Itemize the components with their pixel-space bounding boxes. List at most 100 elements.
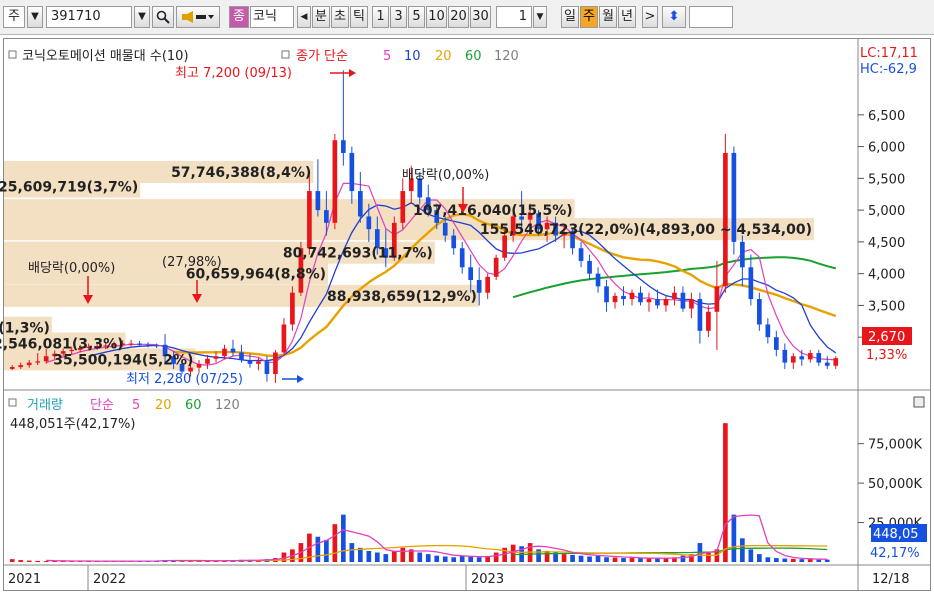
volume-bar bbox=[612, 557, 618, 562]
volume-bar bbox=[629, 558, 635, 562]
legend-ma10: 10 bbox=[404, 49, 421, 64]
candle-body bbox=[9, 367, 15, 369]
candle-body bbox=[256, 361, 261, 364]
volume-bar bbox=[341, 514, 346, 562]
high-annotation: 최고 7,200 (09/13) bbox=[175, 66, 292, 81]
volume-bar bbox=[824, 559, 830, 562]
candle-body bbox=[604, 286, 609, 303]
price-axis: 3,0003,5004,0004,5005,0005,5006,0006,500 bbox=[858, 109, 905, 346]
candle-body bbox=[315, 191, 321, 211]
volume-profile-label: 107,416,040(15,5%) bbox=[413, 203, 573, 219]
candle-body bbox=[213, 356, 219, 359]
volume-bar bbox=[816, 559, 822, 562]
candle-body bbox=[790, 356, 796, 363]
volume-bar bbox=[442, 556, 448, 562]
price-axis-label: 3,500 bbox=[868, 299, 905, 314]
volume-profile-label: 35,500,194(5,2%) bbox=[53, 352, 193, 368]
candle-body bbox=[442, 222, 448, 236]
xaxis-label-2022: 2022 bbox=[93, 572, 126, 587]
candle-body bbox=[357, 191, 363, 217]
volume-axis: 25,000K50,000K75,000K bbox=[858, 438, 922, 532]
volume-bar bbox=[315, 536, 321, 562]
candle-body bbox=[273, 352, 278, 375]
candle-body bbox=[723, 152, 728, 287]
dividend2-label: 배당락(0,00%) bbox=[402, 168, 489, 183]
candle-body bbox=[341, 140, 346, 153]
volume-badge-value: 448,05 bbox=[873, 527, 919, 542]
candle-body bbox=[502, 235, 507, 258]
volume-bar bbox=[510, 544, 516, 562]
candle-body bbox=[154, 345, 159, 347]
candle-body bbox=[765, 324, 771, 338]
volume-bar bbox=[366, 550, 372, 562]
candle-body bbox=[366, 216, 372, 230]
candle-body bbox=[222, 348, 227, 357]
volume-bar bbox=[655, 558, 660, 562]
candle-body bbox=[680, 292, 686, 309]
candle-body bbox=[332, 140, 338, 223]
candle-body bbox=[697, 299, 703, 331]
candle-body bbox=[748, 267, 754, 300]
price-axis-label: 5,500 bbox=[868, 172, 905, 187]
volume-bar bbox=[425, 554, 431, 562]
xaxis-right-date: 12/18 bbox=[872, 572, 909, 587]
volume-bar bbox=[476, 557, 482, 562]
price-axis-label: 6,500 bbox=[868, 109, 905, 124]
volume-bar bbox=[43, 561, 49, 562]
candle-body bbox=[663, 299, 669, 306]
candle-body bbox=[196, 363, 202, 368]
candle-body bbox=[655, 299, 660, 306]
legend-title: 코닉오토메이션 매물대 수(10) bbox=[22, 49, 189, 64]
candle-body bbox=[247, 360, 253, 364]
candle-body bbox=[799, 356, 805, 360]
price-axis-label: 4,500 bbox=[868, 236, 905, 251]
pct-note: (27,98%) bbox=[162, 255, 222, 270]
volume-bar bbox=[621, 558, 626, 562]
volume-bar bbox=[400, 547, 406, 562]
candle-body bbox=[281, 324, 287, 353]
chart-svg: 35,500,194(5,2%)22,546,081(3,3%)8,772,72… bbox=[0, 39, 930, 590]
volume-title: 거래량 bbox=[27, 398, 63, 413]
volume-legend-box-icon bbox=[8, 398, 17, 407]
volume-bar bbox=[782, 558, 788, 562]
candle-body bbox=[290, 292, 295, 325]
high-arrow-icon bbox=[349, 69, 356, 77]
volume-bar bbox=[706, 552, 711, 562]
volume-bars bbox=[9, 423, 830, 562]
xaxis-label-2023: 2023 bbox=[471, 572, 504, 587]
volume-ma5: 5 bbox=[132, 398, 140, 413]
price-badge-pct: 1,33% bbox=[866, 348, 907, 363]
candle-body bbox=[239, 352, 244, 361]
volume-ma120: 120 bbox=[215, 398, 240, 413]
volume-bar bbox=[604, 557, 609, 562]
volume-axis-label: 75,000K bbox=[868, 438, 922, 453]
candle-body bbox=[128, 343, 134, 345]
lc-label: LC:17,11 bbox=[860, 46, 918, 61]
candle-body bbox=[307, 191, 312, 249]
volume-profile-label: 88,938,659(12,9%) bbox=[327, 289, 477, 305]
volume-bar bbox=[578, 555, 584, 562]
legend-ma120: 120 bbox=[494, 49, 519, 64]
volume-bar bbox=[349, 543, 355, 562]
volume-profile-label: 25,609,719(3,7%) bbox=[0, 180, 138, 196]
volume-bar bbox=[799, 559, 805, 562]
volume-bar bbox=[459, 555, 465, 562]
volume-bar bbox=[807, 559, 813, 562]
legend-ma20: 20 bbox=[435, 49, 452, 64]
dividend-label: 배당락(0,00%) bbox=[28, 261, 115, 276]
low-annotation: 최저 2,280 (07/25) bbox=[126, 372, 243, 387]
candle-body bbox=[264, 361, 270, 375]
candle-body bbox=[400, 191, 406, 223]
volume-axis-label: 50,000K bbox=[868, 477, 922, 492]
collapse-pane-icon[interactable] bbox=[913, 396, 925, 408]
price-axis-label: 5,000 bbox=[868, 204, 905, 219]
volume-profile-label: 80,742,693(11,7%) bbox=[283, 246, 433, 262]
candle-body bbox=[714, 286, 720, 312]
volume-bar bbox=[570, 554, 575, 562]
volume-bar bbox=[374, 552, 380, 562]
low-arrow-icon bbox=[297, 375, 304, 383]
volume-profile-label: 22,546,081(3,3%) bbox=[0, 337, 124, 353]
volume-bar bbox=[451, 557, 457, 562]
candle-body bbox=[782, 349, 788, 363]
volume-bar bbox=[646, 558, 652, 562]
